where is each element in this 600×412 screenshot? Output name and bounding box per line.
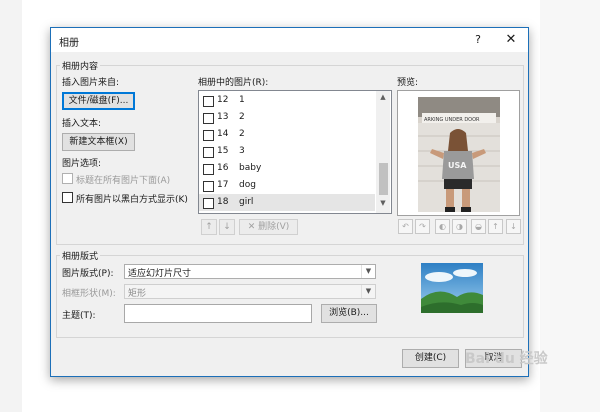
picture-name: girl xyxy=(239,197,254,207)
close-button[interactable]: ✕ xyxy=(501,31,521,49)
scroll-up-arrow-icon[interactable]: ▲ xyxy=(376,93,390,105)
picture-number: 14 xyxy=(217,129,229,139)
preview-image: ARKING UNDER DOOR USA xyxy=(418,97,500,212)
picture-number: 12 xyxy=(217,95,229,105)
captions-below-label: 标题在所有图片下面(A) xyxy=(76,176,171,186)
preview-shirt-text: USA xyxy=(448,161,467,170)
picture-number: 13 xyxy=(217,112,229,122)
create-button[interactable]: 创建(C) xyxy=(402,349,459,368)
dialog-titlebar: 相册 ? ✕ xyxy=(51,28,528,52)
chevron-down-icon: ▼ xyxy=(361,285,375,298)
browse-button[interactable]: 浏览(B)... xyxy=(321,304,377,323)
picture-name: dog xyxy=(239,180,256,190)
picture-name: 2 xyxy=(239,129,245,139)
watermark: Bai du 经验 xyxy=(465,351,548,367)
picture-row-selected[interactable]: 18 girl xyxy=(199,194,375,211)
arrow-up-icon: ↑ xyxy=(205,222,213,232)
picture-checkbox[interactable] xyxy=(203,113,214,124)
brightness-up-icon[interactable]: ◒ xyxy=(471,219,486,234)
preview-label: 预览: xyxy=(397,78,419,88)
brightness-low-icon[interactable]: ↓ xyxy=(506,219,521,234)
rotate-right-icon[interactable]: ↷ xyxy=(415,219,430,234)
preview-sign-text: ARKING UNDER DOOR xyxy=(424,117,480,123)
pictures-scrollbar[interactable]: ▲ ▼ xyxy=(376,91,390,213)
picture-number: 15 xyxy=(217,146,229,156)
picture-row[interactable]: 13 2 xyxy=(199,109,375,126)
new-textbox-button[interactable]: 新建文本框(X) xyxy=(62,133,135,151)
move-up-button[interactable]: ↑ xyxy=(201,219,217,235)
contrast-up-icon[interactable]: ◐ xyxy=(435,219,450,234)
picture-checkbox[interactable] xyxy=(203,130,214,141)
app-left-margin xyxy=(0,0,22,412)
app-right-margin xyxy=(540,0,600,412)
picture-row[interactable]: 17 dog xyxy=(199,177,375,194)
file-disk-button[interactable]: 文件/磁盘(F)... xyxy=(62,92,135,110)
scroll-down-arrow-icon[interactable]: ▼ xyxy=(376,199,390,211)
picture-row[interactable]: 14 2 xyxy=(199,126,375,143)
layout-preview-image xyxy=(421,263,483,313)
black-white-label: 所有图片以黑白方式显示(K) xyxy=(76,195,188,205)
captions-below-checkbox[interactable] xyxy=(62,173,73,184)
picture-name: 3 xyxy=(239,146,245,156)
theme-input[interactable] xyxy=(124,304,312,323)
album-content-group-label: 相册内容 xyxy=(60,59,101,72)
frame-shape-value: 矩形 xyxy=(128,289,147,299)
picture-checkbox[interactable] xyxy=(203,198,214,209)
picture-number: 16 xyxy=(217,163,229,173)
pictures-listbox[interactable]: 12 1 13 2 14 2 15 3 16 baby 17 dog 18 gi… xyxy=(198,90,392,214)
picture-layout-select[interactable]: 适应幻灯片尺寸 ▼ xyxy=(124,264,376,279)
picture-name: 1 xyxy=(239,95,245,105)
contrast-down-icon[interactable]: ◑ xyxy=(452,219,467,234)
black-white-checkbox[interactable] xyxy=(62,192,73,203)
delete-button[interactable]: ✕ 删除(V) xyxy=(239,219,298,235)
insert-text-label: 插入文本: xyxy=(62,119,102,129)
photo-album-dialog: 相册 ? ✕ 相册内容 插入图片来自: 文件/磁盘(F)... 插入文本: 新建… xyxy=(50,27,529,377)
album-layout-group-label: 相册版式 xyxy=(60,249,101,262)
arrow-down-icon: ↓ xyxy=(223,222,231,232)
dialog-title: 相册 xyxy=(59,38,79,49)
insert-picture-from-label: 插入图片来自: xyxy=(62,78,120,88)
picture-checkbox[interactable] xyxy=(203,181,214,192)
picture-options-label: 图片选项: xyxy=(62,159,102,169)
picture-checkbox[interactable] xyxy=(203,164,214,175)
picture-name: baby xyxy=(239,163,262,173)
rotate-left-icon[interactable]: ↶ xyxy=(398,219,413,234)
picture-checkbox[interactable] xyxy=(203,96,214,107)
preview-pane: ARKING UNDER DOOR USA xyxy=(397,90,520,216)
picture-row[interactable]: 16 baby xyxy=(199,160,375,177)
picture-number: 17 xyxy=(217,180,229,190)
help-button[interactable]: ? xyxy=(469,31,487,49)
brightness-down-icon[interactable]: ↑ xyxy=(488,219,503,234)
chevron-down-icon: ▼ xyxy=(361,265,375,278)
frame-shape-label: 相框形状(M): xyxy=(62,289,116,299)
theme-label: 主题(T): xyxy=(62,311,96,321)
picture-row[interactable]: 15 3 xyxy=(199,143,375,160)
picture-layout-value: 适应幻灯片尺寸 xyxy=(128,269,192,279)
scroll-thumb[interactable] xyxy=(379,163,388,195)
picture-layout-label: 图片版式(P): xyxy=(62,269,114,279)
pictures-in-album-label: 相册中的图片(R): xyxy=(198,78,269,88)
picture-checkbox[interactable] xyxy=(203,147,214,158)
picture-number: 18 xyxy=(217,197,229,207)
move-down-button[interactable]: ↓ xyxy=(219,219,235,235)
picture-name: 2 xyxy=(239,112,245,122)
frame-shape-select[interactable]: 矩形 ▼ xyxy=(124,284,376,299)
picture-row[interactable]: 12 1 xyxy=(199,92,375,109)
